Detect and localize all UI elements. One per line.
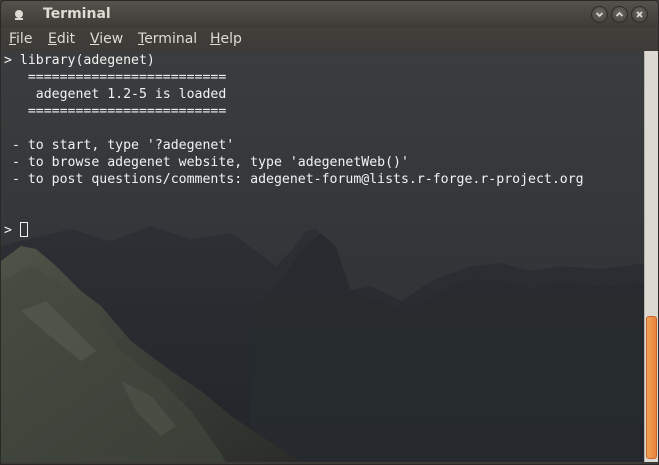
output-line: - to start, type '?adegenet' bbox=[4, 138, 235, 153]
terminal-area[interactable]: > library(adegenet) ====================… bbox=[1, 51, 644, 462]
prompt: > bbox=[4, 223, 20, 238]
close-icon bbox=[636, 11, 643, 18]
close-button[interactable] bbox=[631, 6, 648, 23]
terminal-window: Terminal File Edit View Terminal Help > … bbox=[0, 0, 659, 465]
output-line: ========================= bbox=[4, 70, 227, 85]
vertical-scrollbar[interactable] bbox=[644, 51, 658, 462]
minimize-icon bbox=[595, 12, 604, 18]
menu-view[interactable]: View bbox=[90, 31, 123, 47]
menu-terminal[interactable]: Terminal bbox=[138, 31, 197, 47]
window-menu-icon[interactable] bbox=[13, 9, 25, 21]
minimize-button[interactable] bbox=[591, 6, 608, 23]
output-line: ========================= bbox=[4, 104, 227, 119]
menu-help[interactable]: Help bbox=[210, 31, 242, 47]
title-bar[interactable]: Terminal bbox=[1, 1, 658, 28]
output-line: > library(adegenet) bbox=[4, 53, 155, 68]
menu-bar: File Edit View Terminal Help bbox=[1, 28, 658, 51]
window-bottom-border bbox=[1, 462, 658, 464]
output-line: - to browse adegenet website, type 'adeg… bbox=[4, 155, 409, 170]
terminal-output: > library(adegenet) ====================… bbox=[4, 52, 584, 239]
window-title: Terminal bbox=[43, 6, 111, 22]
prompt-line[interactable]: > bbox=[4, 222, 584, 239]
menu-edit[interactable]: Edit bbox=[48, 31, 75, 47]
maximize-button[interactable] bbox=[611, 6, 628, 23]
menu-file[interactable]: File bbox=[9, 31, 32, 47]
output-line: adegenet 1.2-5 is loaded bbox=[4, 87, 227, 102]
scrollbar-thumb[interactable] bbox=[646, 316, 657, 459]
output-line: - to post questions/comments: adegenet-f… bbox=[4, 172, 584, 187]
maximize-icon bbox=[615, 11, 624, 17]
text-cursor bbox=[19, 222, 28, 237]
